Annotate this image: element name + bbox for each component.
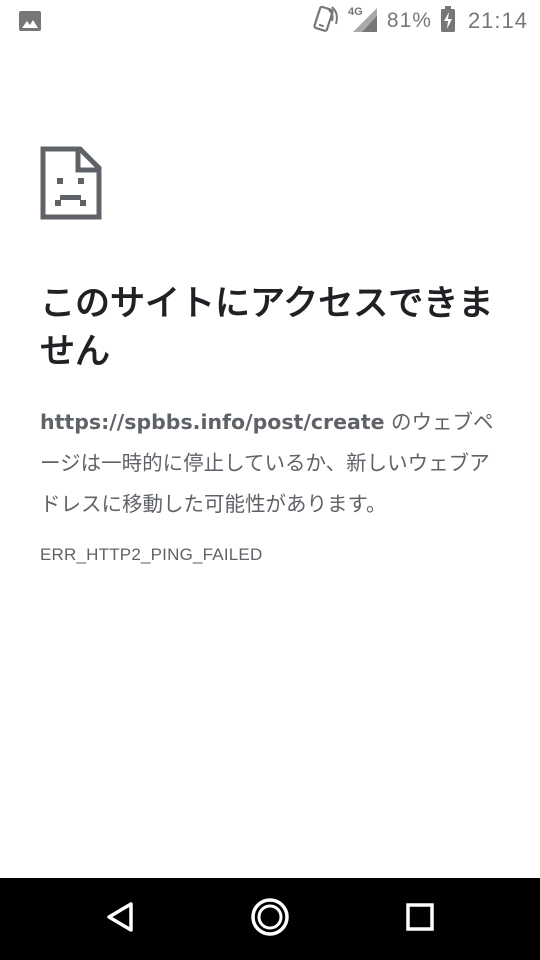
signal-4g-icon: 4G (347, 4, 379, 38)
recents-icon (405, 902, 435, 936)
home-button[interactable] (249, 898, 291, 940)
error-message: https://spbbs.info/post/create のウェブページは一… (40, 402, 502, 525)
nfc-icon (309, 4, 339, 38)
home-icon (250, 897, 290, 941)
navigation-bar (0, 878, 540, 960)
sad-document-icon (40, 146, 500, 220)
clock: 21:14 (467, 8, 528, 33)
status-icons: 4G 81% 21:14 (309, 0, 528, 42)
battery-charging-icon (440, 6, 456, 36)
error-url: https://spbbs.info/post/create (40, 410, 385, 434)
network-type-label: 4G (348, 6, 363, 18)
back-button[interactable] (99, 898, 141, 940)
recents-button[interactable] (399, 898, 441, 940)
error-heading: このサイトにアクセスできません (40, 284, 494, 372)
status-bar: 4G 81% 21:14 (0, 0, 540, 42)
battery-percent: 81% (386, 9, 432, 32)
error-code[interactable]: ERR_HTTP2_PING_FAILED (40, 545, 500, 565)
image-notification-icon (18, 9, 42, 33)
error-content: このサイトにアクセスできません https://spbbs.info/post/… (40, 146, 500, 565)
screen: 4G 81% 21:14 このサイトにアクセスできません https://spb… (0, 0, 540, 960)
back-icon (105, 901, 135, 937)
